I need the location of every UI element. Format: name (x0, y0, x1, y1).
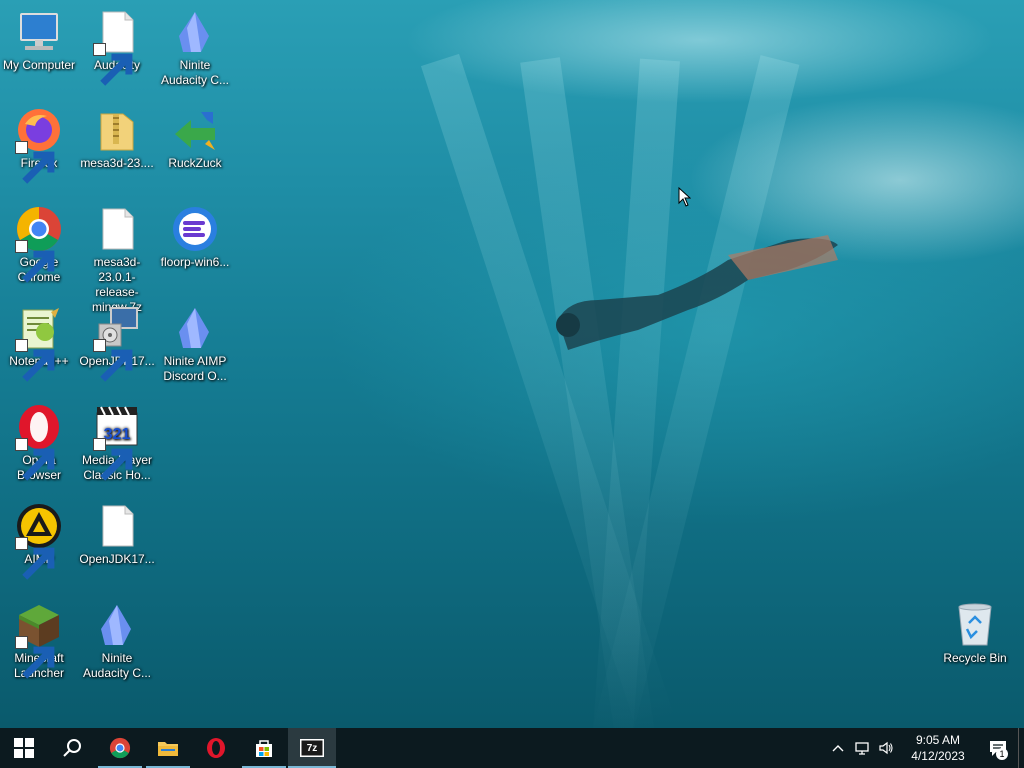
desktop-icon-minecraft-launcher[interactable]: Minecraft Launcher (0, 601, 78, 681)
taskbar-opera-button[interactable] (192, 728, 240, 768)
ninite-icon (179, 308, 209, 348)
search-icon (63, 739, 81, 757)
desktop-icon-floorp[interactable]: floorp-win6... (156, 205, 234, 270)
desktop-icon-google-chrome[interactable]: Google Chrome (0, 205, 78, 285)
speaker-icon (879, 741, 893, 755)
show-hidden-icons-button[interactable] (826, 728, 850, 768)
desktop-icon-my-computer[interactable]: My Computer (0, 8, 78, 73)
desktop-icon-mesa3d-7z[interactable]: mesa3d-23.0.1-release-mingw.7z (78, 205, 156, 315)
chevron-up-icon (832, 745, 844, 752)
network-button[interactable] (850, 728, 874, 768)
desktop-icon-aimp[interactable]: AIMP (0, 502, 78, 580)
network-icon (855, 742, 869, 755)
taskbar-chrome-button[interactable] (96, 728, 144, 768)
shortcut-arrow-icon (15, 537, 55, 580)
shortcut-arrow-icon (15, 339, 55, 382)
search-button[interactable] (48, 728, 96, 768)
shortcut-arrow-icon (15, 438, 55, 481)
clock[interactable]: 9:05 AM 4/12/2023 (898, 732, 978, 764)
ninite-icon (179, 12, 209, 52)
ruckzuck-icon (175, 112, 215, 150)
ninite-icon (101, 605, 131, 645)
taskbar-file-explorer-button[interactable] (144, 728, 192, 768)
mouse-cursor-icon (678, 187, 691, 207)
shortcut-arrow-icon (15, 141, 55, 184)
shortcut-arrow-icon (93, 43, 133, 86)
desktop-icon-media-player-classic[interactable]: 321 Media Player Classic Ho... (78, 403, 156, 483)
desktop-background[interactable]: My Computer Firefox Google Chrome Notepa… (0, 0, 1024, 728)
desktop-icon-audacity[interactable]: Audacity (78, 8, 156, 86)
desktop-icon-openjdk-installer[interactable]: OpenJDK17... (78, 304, 156, 382)
shortcut-arrow-icon (15, 636, 55, 679)
desktop-icon-ninite-audacity-2[interactable]: Ninite Audacity C... (78, 601, 156, 681)
taskbar-store-button[interactable] (240, 728, 288, 768)
store-icon (256, 740, 272, 757)
desktop-icon-opera-browser[interactable]: Opera Browser (0, 403, 78, 483)
action-center-button[interactable]: 1 (978, 728, 1018, 768)
show-desktop-button[interactable] (1018, 728, 1024, 768)
7zip-label: 7z (306, 742, 318, 754)
desktop-icon-mesa3d-zip[interactable]: mesa3d-23.... (78, 106, 156, 171)
taskbar-7zip-button[interactable]: 7z (288, 728, 336, 768)
start-icon (14, 738, 34, 758)
desktop-icon-firefox[interactable]: Firefox (0, 106, 78, 184)
shortcut-arrow-icon (93, 438, 133, 481)
folder-zip-icon (100, 113, 134, 151)
file-explorer-icon (158, 742, 178, 756)
desktop-icon-ninite-audacity[interactable]: Ninite Audacity C... (156, 8, 234, 88)
clock-date: 4/12/2023 (911, 749, 965, 763)
chrome-icon (109, 737, 131, 759)
recycle-bin-icon (958, 603, 992, 646)
start-button[interactable] (0, 728, 48, 768)
shortcut-arrow-icon (15, 240, 55, 283)
notification-count-badge: 1 (996, 748, 1008, 760)
shortcut-arrow-icon (93, 339, 133, 382)
desktop-icon-notepadpp[interactable]: Notepad++ (0, 304, 78, 382)
volume-button[interactable] (874, 728, 898, 768)
blank-file-icon (102, 208, 134, 250)
clock-time: 9:05 AM (915, 733, 961, 747)
blank-file-icon (102, 505, 134, 547)
desktop-icon-ninite-aimp-discord[interactable]: Ninite AIMP Discord O... (156, 304, 234, 384)
desktop-icon-ruckzuck[interactable]: RuckZuck (156, 106, 234, 171)
floorp-icon (173, 207, 217, 251)
opera-icon (207, 738, 225, 758)
desktop-icon-openjdk-file[interactable]: OpenJDK17... (78, 502, 156, 567)
desktop-icon-recycle-bin[interactable]: Recycle Bin (936, 601, 1014, 666)
diver-silhouette (556, 235, 838, 350)
taskbar: 7z 9:05 AM 4/12/2023 1 (0, 728, 1024, 768)
computer-icon (20, 13, 58, 50)
system-tray: 9:05 AM 4/12/2023 1 (826, 728, 1024, 768)
